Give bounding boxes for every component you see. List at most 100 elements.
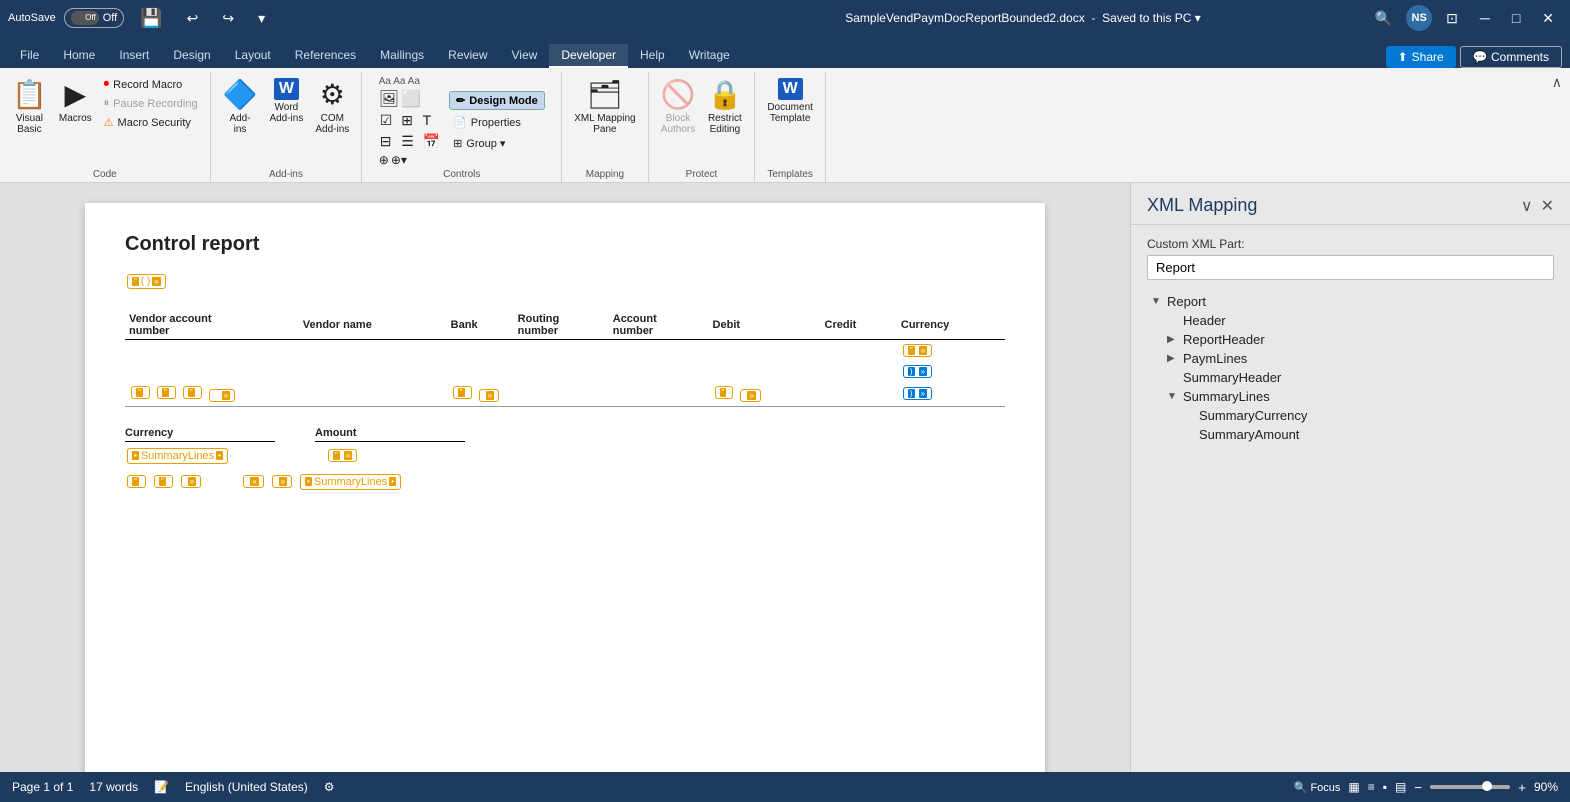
design-mode-button[interactable]: ✏ Design Mode xyxy=(449,91,545,110)
restrict-editing-button[interactable]: 🔒 RestrictEditing xyxy=(703,76,746,137)
cc-summarylines-label-2[interactable]: • SummaryLines • xyxy=(300,474,401,490)
block-authors-button[interactable]: 🚫 BlockAuthors xyxy=(657,76,700,137)
tab-writage[interactable]: Writage xyxy=(677,44,742,68)
avatar[interactable]: NS xyxy=(1406,5,1432,31)
cc-summarylines-1[interactable]: • SummaryLines • xyxy=(127,448,228,464)
autosave-toggle-switch[interactable] xyxy=(71,11,99,25)
cc-summarylines-2b[interactable]: " xyxy=(154,475,173,488)
macros-button[interactable]: ▶ Macros xyxy=(55,76,96,126)
view-reading-icon[interactable]: ▤ xyxy=(1395,780,1406,794)
cc-row3-6[interactable]: » xyxy=(479,389,499,402)
macro-security-icon: ⚠ xyxy=(104,116,114,129)
tab-home[interactable]: Home xyxy=(51,44,107,68)
search-button[interactable]: 🔍 xyxy=(1367,8,1400,29)
legacy-icon[interactable]: ⊕ xyxy=(379,153,389,167)
xml-panel-close-button[interactable]: ✕ xyxy=(1541,196,1554,216)
properties-button[interactable]: 📄 Properties xyxy=(449,114,545,131)
cc-row3-1[interactable]: " xyxy=(131,386,150,399)
tab-design[interactable]: Design xyxy=(161,44,222,68)
date-icon[interactable]: 📅 xyxy=(422,132,441,151)
cc-summarylines-2d[interactable]: » xyxy=(243,475,263,488)
add-ins-button[interactable]: 🔷 Add-ins xyxy=(219,76,262,137)
restore-window-button[interactable]: ⊡ xyxy=(1438,8,1466,29)
save-button[interactable]: 💾 xyxy=(132,6,170,31)
macro-security-button[interactable]: ⚠ Macro Security xyxy=(100,114,202,131)
tree-item-paymlines[interactable]: ▶ PaymLines xyxy=(1147,349,1554,368)
checkbox-icon[interactable]: ☑ xyxy=(379,111,398,130)
tree-label-header: Header xyxy=(1183,313,1226,328)
com-add-ins-button[interactable]: ⚙ COMAdd-ins xyxy=(311,76,353,137)
tree-item-reportheader[interactable]: ▶ ReportHeader xyxy=(1147,330,1554,349)
summary-currency-col: Currency xyxy=(125,427,275,442)
content-control-icon-1[interactable]: 🖼 xyxy=(379,89,399,109)
tree-item-summarylines[interactable]: ▼ SummaryLines xyxy=(1147,387,1554,406)
redo-button[interactable]: ↪ xyxy=(214,8,242,29)
list-icon[interactable]: ☰ xyxy=(400,132,419,151)
xml-panel: XML Mapping ∨ ✕ Custom XML Part: Report … xyxy=(1130,183,1570,772)
ribbon: 📋 VisualBasic ▶ Macros ⏺ Record Macro ⏸ … xyxy=(0,68,1570,183)
cc-row3-4[interactable]: » xyxy=(209,389,235,402)
xml-panel-collapse-button[interactable]: ∨ xyxy=(1521,196,1533,216)
zoom-slider[interactable] xyxy=(1430,785,1510,789)
pause-recording-button[interactable]: ⏸ Pause Recording xyxy=(100,95,202,112)
comments-button[interactable]: 💬 Comments xyxy=(1460,46,1562,68)
tab-layout[interactable]: Layout xyxy=(223,44,283,68)
cc-row3-2[interactable]: " xyxy=(157,386,176,399)
tab-developer[interactable]: Developer xyxy=(549,44,628,68)
visual-basic-button[interactable]: 📋 VisualBasic xyxy=(8,76,51,137)
tab-file[interactable]: File xyxy=(8,44,51,68)
text-icon[interactable]: T xyxy=(422,111,441,130)
tree-item-header[interactable]: Header xyxy=(1147,311,1554,330)
customize-qat-button[interactable]: ▾ xyxy=(250,8,273,29)
legacy-icon2[interactable]: ⊕▾ xyxy=(391,153,407,167)
xml-part-select[interactable]: Report xyxy=(1147,255,1554,280)
autosave-toggle[interactable]: Off xyxy=(64,8,124,28)
cc-summarylines-2c[interactable]: » xyxy=(181,475,201,488)
tree-item-report[interactable]: ▼ Report xyxy=(1147,292,1554,311)
tab-references[interactable]: References xyxy=(283,44,368,68)
record-macro-button[interactable]: ⏺ Record Macro xyxy=(100,76,202,93)
content-control-icon-2[interactable]: ⬜ xyxy=(401,89,421,109)
cc-row3-3[interactable]: " xyxy=(183,386,202,399)
minimize-button[interactable]: ─ xyxy=(1472,8,1498,28)
focus-button[interactable]: 🔍 Focus xyxy=(1294,781,1341,794)
tree-item-summaryamount[interactable]: SummaryAmount xyxy=(1147,425,1554,444)
cc-row3-5[interactable]: " xyxy=(453,386,472,399)
tree-item-summarycurrency[interactable]: SummaryCurrency xyxy=(1147,406,1554,425)
tab-help[interactable]: Help xyxy=(628,44,677,68)
mapping-group-items: 🗂 XML MappingPane xyxy=(570,76,639,167)
cc-currency-1[interactable]: " » xyxy=(903,344,932,357)
tab-mailings[interactable]: Mailings xyxy=(368,44,436,68)
ribbon-collapse-button[interactable]: ∧ xyxy=(1544,72,1570,93)
combo-icon[interactable]: ⊟ xyxy=(379,132,398,151)
table-icon[interactable]: ⊞ xyxy=(400,111,419,130)
word-add-ins-button[interactable]: W WordAdd-ins xyxy=(265,76,307,126)
status-bar-right: 🔍 Focus ▦ ≡ ▪ ▤ − + 90% xyxy=(1294,780,1558,795)
view-web-icon[interactable]: ≡ xyxy=(1368,780,1375,794)
save-location-arrow[interactable]: ▾ xyxy=(1195,11,1201,25)
maximize-button[interactable]: □ xyxy=(1504,8,1528,28)
cc-summarylines-2a[interactable]: " xyxy=(127,475,146,488)
view-normal-icon[interactable]: ▦ xyxy=(1348,780,1359,794)
close-button[interactable]: ✕ xyxy=(1534,8,1562,29)
xml-mapping-pane-button[interactable]: 🗂 XML MappingPane xyxy=(570,76,639,137)
view-print-icon[interactable]: ▪ xyxy=(1383,780,1387,794)
cc-summaryamount-1[interactable]: " » xyxy=(328,449,357,462)
zoom-out-button[interactable]: − xyxy=(1414,780,1422,795)
group-button[interactable]: ⊞ Group ▾ xyxy=(449,135,545,152)
cc-orange-1[interactable]: " ( ) » xyxy=(127,274,166,289)
zoom-in-button[interactable]: + xyxy=(1518,780,1526,795)
document-template-button[interactable]: W DocumentTemplate xyxy=(763,76,817,126)
tree-item-summaryheader[interactable]: SummaryHeader xyxy=(1147,368,1554,387)
tab-view[interactable]: View xyxy=(500,44,550,68)
undo-button[interactable]: ↩ xyxy=(179,8,207,29)
cc-summarylines-2e[interactable]: » xyxy=(272,475,292,488)
controls-group-label: Controls xyxy=(370,169,553,182)
cc-row3-curr[interactable]: ) » xyxy=(903,387,932,400)
cc-currency-2[interactable]: ) » xyxy=(903,365,932,378)
tab-insert[interactable]: Insert xyxy=(107,44,161,68)
cc-debit2[interactable]: » xyxy=(740,389,760,402)
cc-debit[interactable]: " xyxy=(715,386,734,399)
tab-review[interactable]: Review xyxy=(436,44,499,68)
share-button[interactable]: ⬆ Share xyxy=(1386,46,1456,68)
